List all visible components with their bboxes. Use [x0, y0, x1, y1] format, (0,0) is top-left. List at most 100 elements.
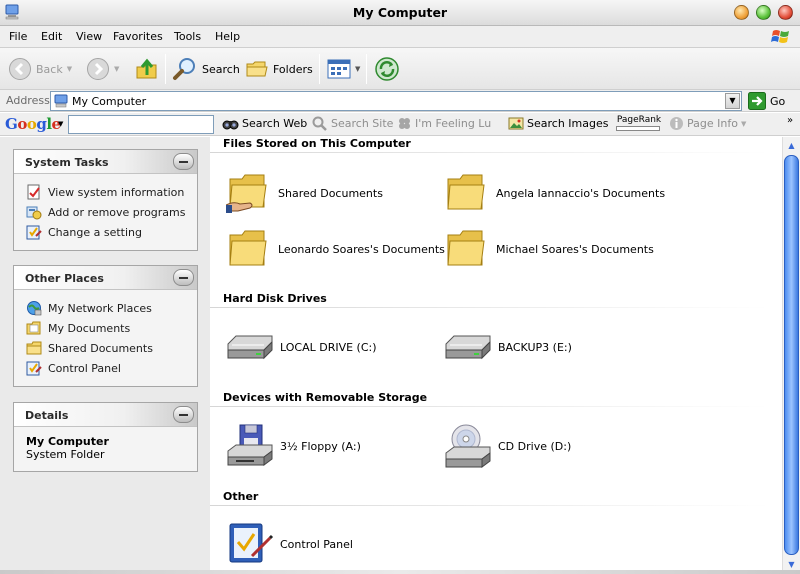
- refresh-icon: [375, 57, 399, 81]
- search-button[interactable]: Search: [172, 56, 240, 82]
- vertical-scrollbar[interactable]: ▲ ▼: [782, 137, 800, 574]
- menu-favorites[interactable]: Favorites: [113, 30, 163, 43]
- folder-icon: [447, 174, 485, 210]
- google-logo[interactable]: Google: [5, 115, 61, 133]
- search-images-button[interactable]: Search Images: [508, 116, 608, 131]
- place-control-panel[interactable]: Control Panel: [26, 358, 197, 378]
- item-cd-drive-d[interactable]: CD Drive (D:): [444, 423, 571, 469]
- item-control-panel[interactable]: Control Panel: [226, 522, 353, 566]
- shared-folder-icon: [226, 174, 267, 213]
- go-button[interactable]: Go: [748, 92, 785, 110]
- folder-icon: [229, 230, 267, 266]
- search-site-button[interactable]: Search Site: [312, 116, 393, 131]
- address-input[interactable]: My Computer ▼: [50, 91, 742, 111]
- back-dropdown-icon[interactable]: ▼: [67, 65, 72, 73]
- control-panel-icon: [229, 523, 274, 563]
- task-add-remove-programs[interactable]: Add or remove programs: [26, 202, 197, 222]
- google-search-input[interactable]: [68, 115, 214, 134]
- collapse-icon[interactable]: [173, 406, 194, 423]
- floppy-drive-icon: [227, 424, 273, 466]
- menu-view[interactable]: View: [76, 30, 102, 43]
- task-view-system-info[interactable]: View system information: [26, 182, 197, 202]
- collapse-icon[interactable]: [173, 153, 194, 170]
- task-label: View system information: [48, 185, 185, 199]
- hard-drive-icon: [227, 335, 273, 360]
- google-toolbar: Google ▼ Search Web Search Site I'm Feel…: [0, 113, 800, 136]
- scrollbar-thumb[interactable]: [784, 155, 799, 555]
- shared-folder-icon: [26, 341, 42, 355]
- item-local-drive-c[interactable]: LOCAL DRIVE (C:): [226, 326, 377, 368]
- place-label: Shared Documents: [48, 341, 153, 355]
- more-chevron-icon[interactable]: »: [787, 115, 793, 126]
- search-site-icon: [312, 116, 327, 131]
- menu-help[interactable]: Help: [215, 30, 240, 43]
- item-michael-documents[interactable]: Michael Soares's Documents: [444, 227, 654, 271]
- minimize-button[interactable]: [734, 5, 749, 20]
- item-floppy-a[interactable]: 3½ Floppy (A:): [226, 423, 361, 469]
- pagerank-label: PageRank: [616, 115, 662, 125]
- hard-drive-icon: [445, 335, 491, 360]
- place-my-documents[interactable]: My Documents: [26, 318, 197, 338]
- back-label: Back: [36, 62, 63, 76]
- item-angela-documents[interactable]: Angela Iannaccio's Documents: [444, 171, 665, 215]
- item-label: CD Drive (D:): [498, 439, 572, 453]
- computer-icon: [54, 94, 68, 108]
- item-backup3-e[interactable]: BACKUP3 (E:): [444, 326, 572, 368]
- my-documents-icon: [26, 321, 41, 335]
- forward-button[interactable]: ▼: [86, 56, 119, 82]
- views-button[interactable]: ▼: [327, 56, 360, 82]
- task-change-setting[interactable]: Change a setting: [26, 222, 197, 242]
- search-site-label: Search Site: [331, 117, 394, 130]
- folders-button[interactable]: Folders: [245, 56, 313, 82]
- other-places-header[interactable]: Other Places: [14, 266, 197, 290]
- menu-edit[interactable]: Edit: [41, 30, 62, 43]
- views-dropdown-icon[interactable]: ▼: [355, 65, 360, 73]
- system-tasks-header[interactable]: System Tasks: [14, 150, 197, 174]
- place-shared-documents[interactable]: Shared Documents: [26, 338, 197, 358]
- feeling-lucky-button[interactable]: I'm Feeling Lu: [397, 116, 491, 131]
- google-menu-dropdown-icon[interactable]: ▼: [58, 120, 63, 128]
- search-web-button[interactable]: Search Web: [222, 116, 307, 131]
- details-type: System Folder: [26, 448, 105, 461]
- maximize-button[interactable]: [756, 5, 771, 20]
- feeling-lucky-label: I'm Feeling Lu: [415, 117, 492, 130]
- system-tasks-title: System Tasks: [25, 156, 109, 169]
- folder-view: Files Stored on This Computer Shared Doc…: [210, 137, 782, 574]
- back-arrow-icon: [9, 58, 31, 80]
- address-dropdown-icon[interactable]: ▼: [725, 93, 740, 109]
- bottom-edge: [0, 570, 800, 574]
- folders-label: Folders: [273, 62, 313, 76]
- search-images-label: Search Images: [527, 117, 609, 130]
- forward-dropdown-icon[interactable]: ▼: [114, 65, 119, 73]
- go-arrow-icon: [748, 92, 766, 110]
- item-label: Leonardo Soares's Documents: [278, 242, 445, 256]
- address-value: My Computer: [72, 94, 147, 108]
- section-removable-storage: Devices with Removable Storage: [223, 391, 428, 404]
- system-tasks-panel: System Tasks View system information Add…: [13, 149, 198, 251]
- scroll-up-arrow-icon[interactable]: ▲: [783, 137, 800, 154]
- folders-icon: [246, 61, 268, 77]
- place-my-network-places[interactable]: My Network Places: [26, 298, 197, 318]
- close-button[interactable]: [778, 5, 793, 20]
- window-title: My Computer: [352, 5, 448, 20]
- details-header[interactable]: Details: [14, 403, 197, 427]
- clover-icon: [399, 118, 410, 129]
- views-icon: [327, 59, 351, 79]
- sync-button[interactable]: [374, 56, 400, 82]
- up-folder-button[interactable]: [134, 56, 160, 82]
- image-icon: [508, 117, 524, 130]
- task-label: Change a setting: [48, 225, 142, 239]
- page-info-dropdown-icon[interactable]: ▼: [741, 120, 746, 128]
- page-info-button[interactable]: Page Info ▼: [669, 116, 746, 131]
- search-web-label: Search Web: [242, 117, 308, 130]
- item-label: Michael Soares's Documents: [496, 242, 654, 256]
- item-label: Angela Iannaccio's Documents: [496, 186, 666, 200]
- windows-logo-icon: [771, 30, 789, 43]
- back-button[interactable]: Back ▼: [8, 56, 72, 82]
- collapse-icon[interactable]: [173, 269, 194, 286]
- item-leonardo-documents[interactable]: Leonardo Soares's Documents: [226, 227, 445, 271]
- menu-file[interactable]: File: [9, 30, 27, 43]
- menu-tools[interactable]: Tools: [174, 30, 201, 43]
- item-shared-documents[interactable]: Shared Documents: [226, 171, 383, 215]
- place-label: Control Panel: [48, 361, 121, 375]
